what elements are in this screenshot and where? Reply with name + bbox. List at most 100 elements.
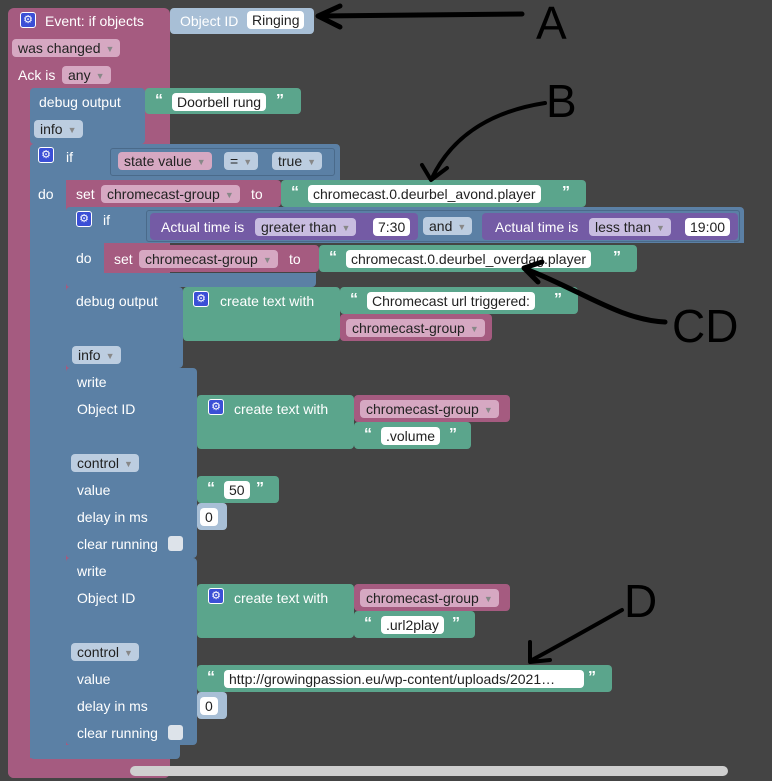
debug-level-2: info bbox=[78, 347, 101, 363]
do2-label: do bbox=[76, 250, 92, 266]
set-var-1: chromecast-group bbox=[107, 186, 220, 202]
do-label: do bbox=[38, 186, 54, 202]
write2-delay-label: delay in ms bbox=[77, 698, 148, 714]
compare-op: = bbox=[230, 153, 239, 169]
bool-value-dropdown[interactable]: true ▼ bbox=[272, 152, 323, 170]
debug2-var: chromecast-group bbox=[352, 320, 465, 336]
quote-close-icon: ” bbox=[554, 291, 562, 308]
set-text-field-2[interactable]: chromecast.0.deurbel_overdag.player bbox=[346, 250, 592, 268]
annotation-b: B bbox=[546, 75, 577, 127]
time1-field[interactable]: 7:30 bbox=[373, 218, 411, 236]
if-block-foot bbox=[30, 745, 180, 759]
write1-delay-label: delay in ms bbox=[77, 509, 148, 525]
debug-text-field-1[interactable]: Doorbell rung bbox=[172, 93, 267, 111]
write1-value-field[interactable]: 50 bbox=[224, 481, 250, 499]
chevron-down-icon: ▼ bbox=[196, 157, 206, 167]
time1-op-dropdown[interactable]: greater than ▼ bbox=[255, 218, 357, 236]
write2-clear-label: clear running bbox=[77, 725, 158, 741]
write2-suffix-field[interactable]: .url2play bbox=[381, 616, 444, 634]
was-changed-dropdown[interactable]: was changed ▼ bbox=[12, 39, 121, 57]
write-label-2: write bbox=[77, 563, 107, 579]
debug-level-1: info bbox=[40, 121, 63, 137]
write2-delay-field[interactable]: 0 bbox=[200, 697, 218, 715]
annotation-d: D bbox=[624, 575, 658, 627]
state-value-dropdown[interactable]: state value ▼ bbox=[118, 152, 212, 170]
set-var-dropdown-1[interactable]: chromecast-group ▼ bbox=[101, 185, 240, 203]
chevron-down-icon: ▼ bbox=[483, 594, 493, 604]
create-text-label-2: create text with bbox=[234, 590, 329, 606]
time2-field[interactable]: 19:00 bbox=[685, 218, 731, 236]
quote-close-icon: ” bbox=[256, 480, 264, 497]
create-text-gear-icon[interactable]: ⚙ bbox=[193, 291, 209, 307]
time1-op: greater than bbox=[261, 219, 337, 235]
if2-label: if bbox=[103, 212, 110, 228]
debug-output-label-1: debug output bbox=[39, 94, 121, 110]
compare-op-dropdown[interactable]: = ▼ bbox=[224, 152, 259, 170]
time1-label: Actual time is bbox=[161, 219, 245, 235]
event-gear-icon[interactable]: ⚙ bbox=[20, 12, 36, 28]
chevron-down-icon: ▼ bbox=[457, 222, 467, 232]
write2-value-field[interactable]: http://growingpassion.eu/wp-content/uplo… bbox=[224, 670, 584, 688]
set-text-field-1[interactable]: chromecast.0.deurbel_avond.player bbox=[308, 185, 541, 203]
if-block-2-foot bbox=[66, 273, 316, 287]
chevron-down-icon: ▼ bbox=[483, 405, 493, 415]
write2-value-label: value bbox=[77, 671, 111, 687]
write1-clear-label: clear running bbox=[77, 536, 158, 552]
arrow-b-head bbox=[420, 163, 449, 182]
write1-suffix-field[interactable]: .volume bbox=[381, 427, 441, 445]
chevron-down-icon: ▼ bbox=[67, 125, 77, 135]
write2-clear-checkbox[interactable] bbox=[168, 725, 183, 740]
time2-label: Actual time is bbox=[495, 219, 579, 235]
object-id-field[interactable]: Ringing bbox=[247, 11, 305, 29]
arrow-d-head bbox=[528, 640, 552, 664]
write1-value-label: value bbox=[77, 482, 111, 498]
set-label-1: set bbox=[76, 186, 95, 202]
chevron-down-icon: ▼ bbox=[656, 223, 665, 233]
ack-label: Ack is bbox=[18, 67, 56, 83]
horizontal-scrollbar[interactable] bbox=[130, 766, 728, 776]
ack-dropdown[interactable]: any ▼ bbox=[62, 66, 111, 84]
chevron-down-icon: ▼ bbox=[105, 44, 115, 54]
time2-op: less than bbox=[595, 219, 652, 235]
chevron-down-icon: ▼ bbox=[341, 223, 351, 233]
quote-open-icon: “ bbox=[291, 184, 299, 201]
if-gear-icon[interactable]: ⚙ bbox=[38, 147, 54, 163]
annotation-a: A bbox=[536, 0, 567, 49]
quote-open-icon: “ bbox=[155, 92, 163, 109]
to-label-2: to bbox=[289, 251, 301, 267]
chevron-down-icon: ▼ bbox=[307, 157, 317, 167]
if2-gear-icon[interactable]: ⚙ bbox=[76, 211, 92, 227]
debug2-text-field[interactable]: Chromecast url triggered: bbox=[367, 292, 535, 310]
chevron-down-icon: ▼ bbox=[105, 351, 115, 361]
write1-control: control bbox=[77, 455, 120, 471]
set-var-dropdown-2[interactable]: chromecast-group ▼ bbox=[139, 250, 278, 268]
write1-var-dropdown[interactable]: chromecast-group ▼ bbox=[360, 400, 499, 418]
write1-clear-checkbox[interactable] bbox=[168, 536, 183, 551]
chevron-down-icon: ▼ bbox=[124, 459, 133, 469]
write2-control-dropdown[interactable]: control ▼ bbox=[71, 643, 139, 661]
write2-control: control bbox=[77, 644, 120, 660]
state-value-label: state value bbox=[124, 153, 192, 169]
write1-delay-field[interactable]: 0 bbox=[200, 508, 218, 526]
event-title: Event: if objects bbox=[45, 13, 144, 29]
quote-close-icon: ” bbox=[613, 249, 621, 266]
annotation-cd: CD bbox=[672, 300, 739, 352]
quote-close-icon: ” bbox=[562, 184, 570, 201]
bool-value: true bbox=[278, 153, 303, 169]
and-dropdown[interactable]: and ▼ bbox=[423, 217, 473, 235]
to-label-1: to bbox=[251, 186, 263, 202]
time2-op-dropdown[interactable]: less than ▼ bbox=[589, 218, 671, 236]
write1-control-dropdown[interactable]: control ▼ bbox=[71, 454, 139, 472]
write2-var-dropdown[interactable]: chromecast-group ▼ bbox=[360, 589, 499, 607]
debug-output-label-2: debug output bbox=[76, 293, 158, 309]
chevron-down-icon: ▼ bbox=[95, 71, 105, 81]
chevron-down-icon: ▼ bbox=[224, 190, 234, 200]
debug-level-dropdown-2[interactable]: info ▼ bbox=[72, 346, 121, 364]
create-text-gear-icon[interactable]: ⚙ bbox=[208, 588, 224, 604]
chevron-down-icon: ▼ bbox=[124, 648, 133, 658]
debug-level-dropdown-1[interactable]: info ▼ bbox=[34, 120, 83, 138]
quote-open-icon: “ bbox=[207, 669, 215, 686]
debug2-var-dropdown[interactable]: chromecast-group ▼ bbox=[346, 319, 485, 337]
create-text-gear-icon[interactable]: ⚙ bbox=[208, 399, 224, 415]
if-block-spine bbox=[30, 180, 66, 758]
